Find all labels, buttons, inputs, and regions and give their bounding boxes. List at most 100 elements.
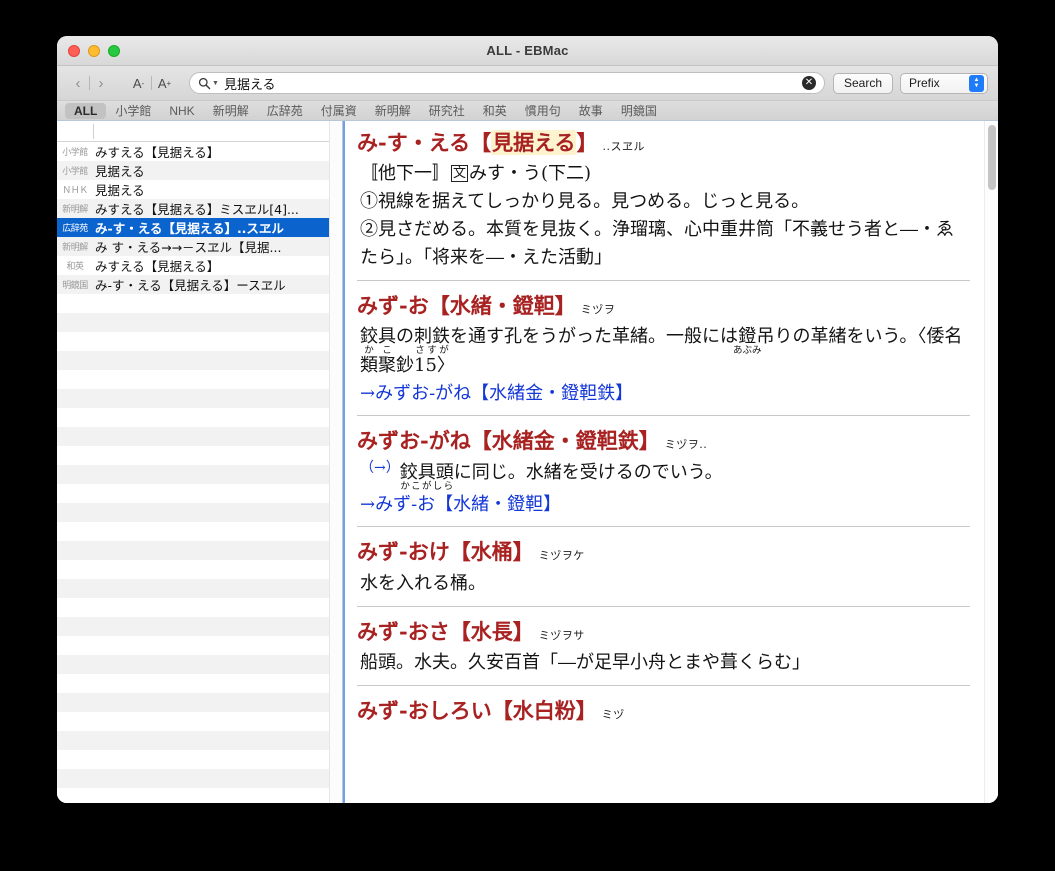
entry-cross-reference-link[interactable]: →みずお-がね【水緒金・鐙靼鉄】 bbox=[357, 380, 970, 407]
headword-prefix: みず-おしろい【 bbox=[357, 697, 513, 723]
headword-prefix: みずお-がね【 bbox=[357, 428, 492, 454]
result-word: み す・える→→－スヱル【見据... bbox=[95, 240, 282, 255]
tab-dict-1[interactable]: 小学館 bbox=[106, 101, 160, 120]
search-button[interactable]: Search bbox=[832, 72, 893, 94]
chevron-down-icon[interactable]: ▼ bbox=[212, 80, 219, 87]
result-dictionary-label: 新明解 bbox=[62, 242, 88, 252]
back-button[interactable]: ‹ bbox=[67, 73, 89, 93]
result-row-empty bbox=[57, 674, 342, 693]
result-word: みすえる【見据える】 bbox=[95, 259, 220, 274]
font-size-group: A- A + bbox=[126, 73, 177, 93]
entry-headword: みず-お【水緒・鐙靼】 ミヅヲ bbox=[357, 292, 970, 320]
font-increase-button[interactable]: A + bbox=[152, 73, 177, 93]
entry-definition-line: 鉸具かこの刺鉄さすがを通す孔をうがった革緒。一般には鐙あぶみ吊りの革緒をいう。〈… bbox=[360, 326, 963, 377]
sidebar-scrollbar[interactable] bbox=[329, 121, 342, 803]
tab-dict-2[interactable]: NHK bbox=[160, 103, 203, 119]
entry-reading: ..スヱル bbox=[602, 140, 645, 153]
result-word: 見据える bbox=[95, 183, 145, 198]
entry-headword: みず-おしろい【水白粉】 ミヅ bbox=[357, 697, 970, 725]
entry-cross-reference-link[interactable]: →みず-お【水緒・鐙靼】 bbox=[357, 491, 970, 518]
tab-dict-10[interactable]: 故事 bbox=[570, 101, 612, 120]
entry-definition-line: ②見さだめる。本質を見抜く。浄瑠璃、心中重井筒「不義せう者と―・ゑたら」。「将来… bbox=[360, 219, 954, 269]
screen: ALL - EBMac ‹ › A- A + ▼ 見据える ✕ Search P… bbox=[0, 0, 1055, 871]
headword-term: 水白粉 bbox=[512, 697, 576, 723]
result-word: みすえる【見据える】ミスヱル[4]... bbox=[95, 202, 299, 217]
tab-dict-4[interactable]: 広辞苑 bbox=[258, 101, 312, 120]
content-scrollbar-thumb[interactable] bbox=[988, 125, 996, 190]
dictionary-entry: みず-おしろい【水白粉】 ミヅ bbox=[357, 684, 970, 736]
font-decrease-sup: - bbox=[141, 78, 145, 88]
result-row-empty bbox=[57, 370, 342, 389]
headword-suffix: 】 bbox=[512, 618, 534, 644]
box-glyph-bun: 文 bbox=[451, 165, 469, 183]
tab-all[interactable]: ALL bbox=[65, 102, 107, 119]
result-row[interactable]: 明鏡国 み-す・える【見据える】ースヱル bbox=[57, 275, 342, 294]
navigation-group: ‹ › bbox=[67, 73, 112, 93]
result-row-empty bbox=[57, 560, 342, 579]
result-word: みすえる【見据える】 bbox=[95, 145, 220, 160]
result-row-empty bbox=[57, 693, 342, 712]
result-row-empty bbox=[57, 503, 342, 522]
dictionary-tabbar: ALL 小学館 NHK 新明解 広辞苑 付属資 新明解 研究社 和英 慣用句 故事 明鏡国 bbox=[57, 101, 998, 121]
headword-term: 水緒・鐙靼 bbox=[449, 292, 555, 318]
result-row-empty bbox=[57, 332, 342, 351]
entry-headword: みずお-がね【水緒金・鐙靼鉄】 ミヅヲ.. bbox=[357, 427, 970, 455]
result-row-empty bbox=[57, 731, 342, 750]
match-mode-select[interactable]: Prefix ▲ ▼ bbox=[900, 72, 988, 94]
tab-dict-8[interactable]: 和英 bbox=[474, 101, 516, 120]
result-row[interactable]: 和英 みすえる【見据える】 bbox=[57, 256, 342, 275]
result-row-empty bbox=[57, 769, 342, 788]
result-row-empty bbox=[57, 712, 342, 731]
forward-button[interactable]: › bbox=[90, 73, 112, 93]
entry-reading: ミヅヲケ bbox=[538, 549, 585, 563]
entry-reading: ミヅヲ.. bbox=[664, 438, 708, 452]
entry-reading: ミヅヲ bbox=[580, 302, 616, 316]
result-row[interactable]: 新明解 みすえる【見据える】ミスヱル[4]... bbox=[57, 199, 342, 218]
headword-prefix: みず-お【 bbox=[357, 292, 450, 318]
tab-dict-7[interactable]: 研究社 bbox=[420, 101, 474, 120]
entry-headword: みず-おさ【水長】 ミヅヲサ bbox=[357, 618, 970, 646]
result-dictionary-label: 小学館 bbox=[62, 147, 88, 157]
dictionary-entry: みず-お【水緒・鐙靼】 ミヅヲ鉸具かこの刺鉄さすがを通す孔をうがった革緒。一般には… bbox=[357, 279, 970, 415]
font-decrease-button[interactable]: A- bbox=[126, 73, 151, 93]
result-row[interactable]: 広辞苑 み-す・える【見据える】..スヱル bbox=[57, 218, 342, 237]
entry-definition-line: （→）鉸具頭かこがしらに同じ。水緒を受けるのでいう。 bbox=[360, 460, 723, 493]
result-row-empty bbox=[57, 427, 342, 446]
result-dictionary-label: 和英 bbox=[66, 261, 84, 271]
result-row[interactable]: 小学館 見据える bbox=[57, 161, 342, 180]
search-input[interactable]: 見据える bbox=[224, 74, 802, 93]
app-window: ALL - EBMac ‹ › A- A + ▼ 見据える ✕ Search P… bbox=[57, 36, 998, 803]
clear-search-icon[interactable]: ✕ bbox=[801, 76, 816, 90]
titlebar: ALL - EBMac bbox=[57, 36, 998, 66]
entry-content-pane: み-す・える【見据える】 ..スヱル 〚他下一〛文みす・う(下二) ①視線を据えてしっ… bbox=[343, 121, 998, 803]
dictionary-entry: み-す・える【見据える】 ..スヱル 〚他下一〛文みす・う(下二) ①視線を据えてしっ… bbox=[357, 129, 970, 280]
result-row-empty bbox=[57, 655, 342, 674]
font-increase-sup: + bbox=[166, 78, 172, 88]
dictionary-entry: みずお-がね【水緒金・鐙靼鉄】 ミヅヲ.. （→）鉸具頭かこがしらに同じ。水緒を受け… bbox=[357, 415, 970, 526]
search-field[interactable]: ▼ 見据える ✕ bbox=[189, 72, 825, 94]
tab-dict-11[interactable]: 明鏡国 bbox=[612, 101, 666, 120]
entry-headword: み-す・える【見据える】 ..スヱル bbox=[357, 129, 970, 157]
headword-prefix: み-す・える【 bbox=[357, 130, 492, 155]
dictionary-entry: みず-おさ【水長】 ミヅヲサ船頭。水夫。久安百首「―が足早小舟とまや葺くらむ」 bbox=[357, 605, 970, 685]
entry-definition-line: 船頭。水夫。久安百首「―が足早小舟とまや葺くらむ」 bbox=[360, 652, 810, 674]
result-dictionary-label: 広辞苑 bbox=[62, 223, 88, 233]
tab-dict-6[interactable]: 新明解 bbox=[366, 101, 420, 120]
tab-dict-3[interactable]: 新明解 bbox=[204, 101, 258, 120]
result-row[interactable]: ＮＨＫ 見据える bbox=[57, 180, 342, 199]
font-decrease-label: A bbox=[132, 75, 142, 91]
result-dictionary-label: 明鏡国 bbox=[62, 280, 88, 290]
headword-suffix: 】 bbox=[554, 292, 576, 318]
entry-headword: みず-おけ【水桶】 ミヅヲケ bbox=[357, 538, 970, 566]
headword-suffix: 】 bbox=[575, 697, 597, 723]
headword-prefix: みず-おけ【 bbox=[357, 539, 471, 565]
headword-suffix: 】 bbox=[512, 539, 534, 565]
tab-dict-9[interactable]: 慣用句 bbox=[516, 101, 570, 120]
results-list: 小学館 みすえる【見据える】 小学館 見据える ＮＨＫ 見据える 新明解 みすえる【見据える】… bbox=[57, 142, 342, 803]
content-scrollbar[interactable] bbox=[984, 121, 998, 803]
window-title: ALL - EBMac bbox=[486, 43, 569, 58]
result-row[interactable]: 小学館 みすえる【見据える】 bbox=[57, 142, 342, 161]
tab-dict-5[interactable]: 付属資 bbox=[312, 101, 366, 120]
entry-reading: ミヅ bbox=[601, 707, 625, 721]
result-row[interactable]: 新明解み す・える→→－スヱル【見据... bbox=[57, 237, 342, 256]
